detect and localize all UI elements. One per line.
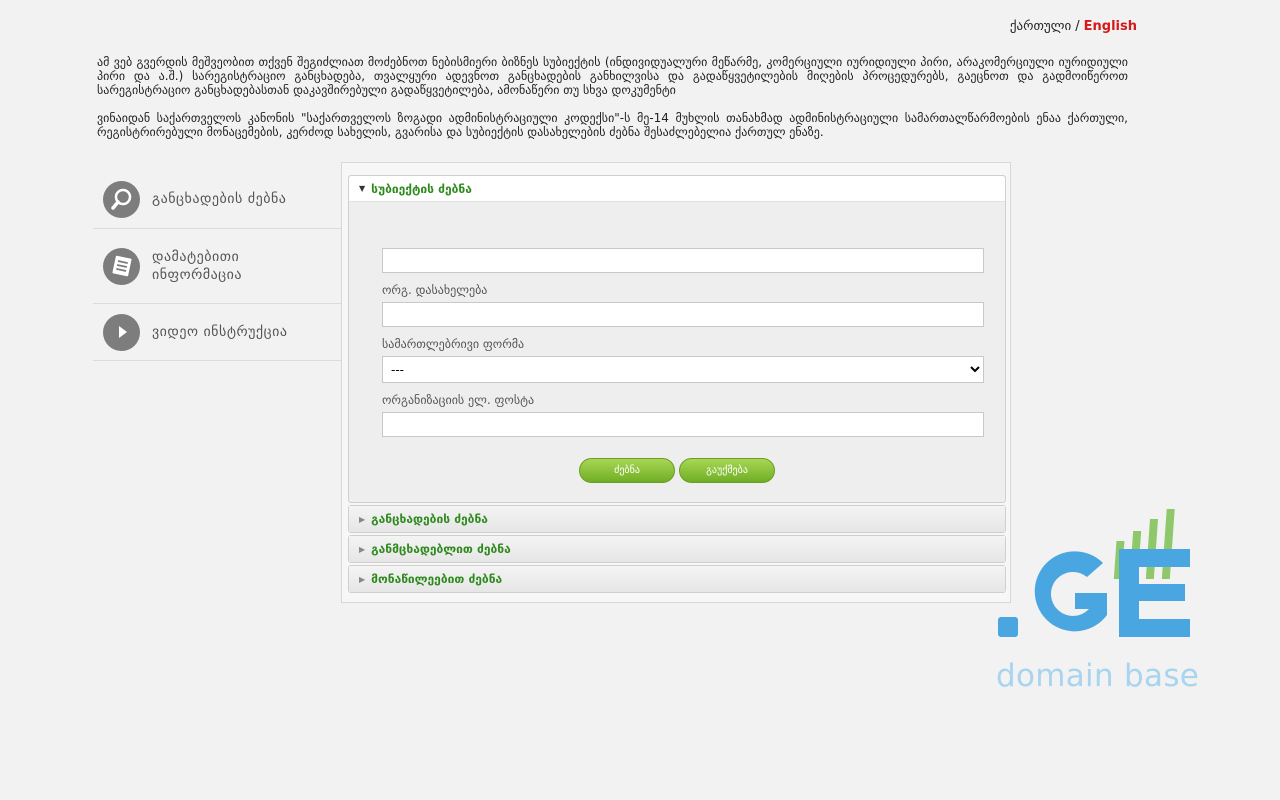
menu-item-video-instruction[interactable]: ვიდეო ინსტრუქცია [93,304,341,361]
caret-right-icon: ▶ [359,514,366,524]
accordion-participant-search: ▶ მონაწილეებით ძებნა [348,565,1006,593]
org-email-label: ორგანიზაციის ელ. ფოსტა [382,393,535,407]
org-name-input[interactable] [382,302,984,327]
accordion-applicant-search: ▶ განმცხადებლით ძებნა [348,535,1006,563]
search-icon [103,180,140,218]
accordion-header-applicant-search[interactable]: ▶ განმცხადებლით ძებნა [349,536,1005,562]
intro-paragraph-1: ამ ვებ გვერდის მეშვეობით თქვენ შეგიძლიათ… [97,55,1128,97]
document-icon [103,247,140,285]
org-email-input[interactable] [382,412,984,437]
cancel-button[interactable]: გაუქმება [679,458,775,483]
language-english-link[interactable]: English [1084,19,1137,34]
language-separator: / [1075,19,1080,34]
accordion-title: სუბიექტის ძებნა [371,181,472,196]
language-switcher: ქართული / English [1010,19,1137,34]
menu-item-label: ვიდეო ინსტრუქცია [152,324,288,340]
page: ქართული / English ამ ვებ გვერდის მეშვეობით… [0,0,1280,800]
language-georgian-link[interactable]: ქართული [1010,19,1071,34]
menu-item-label-line1: დამატებითი [152,249,240,265]
org-name-label: ორგ. დასახელება [382,283,488,297]
intro-paragraph-2: ვინაიდან საქართველოს კანონის "საქართველო… [97,111,1128,139]
accordion-header-subject-search[interactable]: ▼ სუბიექტის ძებნა [349,176,1005,202]
menu-item-application-search[interactable]: განცხადების ძებნა [93,170,341,229]
menu-item-label: დამატებითი ინფორმაცია [152,248,242,284]
identification-number-input[interactable] [382,248,984,273]
play-icon [103,313,140,351]
accordion-application-search: ▶ განცხადების ძებნა [348,505,1006,533]
accordion-title: განმცხადებლით ძებნა [371,542,511,556]
accordion-title: მონაწილეებით ძებნა [371,572,503,586]
search-panel: ▼ სუბიექტის ძებნა ორგ. დასახელება სამართ… [341,162,1011,603]
caret-right-icon: ▶ [359,544,366,554]
legal-form-select[interactable]: --- [382,356,984,383]
accordion-header-application-search[interactable]: ▶ განცხადების ძებნა [349,506,1005,532]
search-button[interactable]: ძებნა [579,458,675,483]
accordion-subject-search: ▼ სუბიექტის ძებნა ორგ. დასახელება სამართ… [348,175,1006,503]
menu-item-additional-info[interactable]: დამატებითი ინფორმაცია [93,229,341,304]
intro-text: ამ ვებ გვერდის მეშვეობით თქვენ შეგიძლიათ… [97,55,1128,153]
subject-search-form: ორგ. დასახელება სამართლებრივი ფორმა --- … [382,248,984,437]
legal-form-label: სამართლებრივი ფორმა [382,337,525,351]
logo-text: domain base [996,658,1200,694]
menu-item-label: განცხადების ძებნა [152,191,287,207]
left-menu: განცხადების ძებნა დამატებითი ინფორმაცია [93,170,341,361]
menu-item-label-line2: ინფორმაცია [152,267,243,283]
accordion-header-participant-search[interactable]: ▶ მონაწილეებით ძებნა [349,566,1005,592]
accordion-title: განცხადების ძებნა [371,512,488,526]
caret-down-icon: ▼ [359,184,366,193]
caret-right-icon: ▶ [359,574,366,584]
form-buttons: ძებნა გაუქმება [579,458,775,483]
